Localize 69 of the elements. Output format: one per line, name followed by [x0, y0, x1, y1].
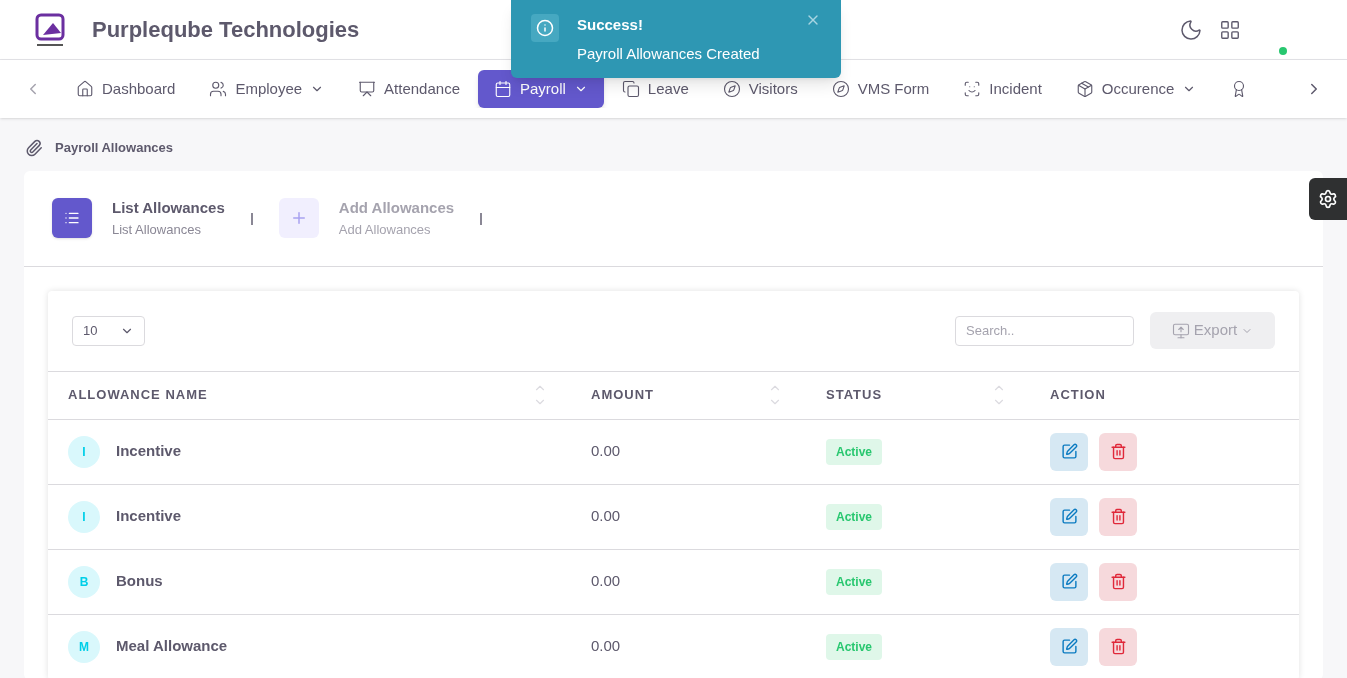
toast-title: Success!: [577, 15, 644, 35]
edit-icon: [1060, 443, 1078, 460]
column-header: STATUS: [826, 386, 883, 405]
box-icon: [1075, 80, 1094, 98]
avatar-initial: I: [68, 500, 100, 533]
trash-icon: [1109, 443, 1127, 460]
nav-item[interactable]: Employee: [193, 70, 341, 108]
info-icon: [531, 14, 559, 42]
search-field[interactable]: Search..: [955, 315, 1134, 346]
status-badge: Active: [826, 503, 883, 530]
edit-icon: [1060, 508, 1078, 525]
table-cell-text: 0.00: [591, 636, 621, 657]
trash-icon: [1109, 638, 1127, 655]
apps-icon[interactable]: [1219, 18, 1241, 41]
delete-button[interactable]: [1099, 562, 1137, 601]
table-cell-text: Incentive: [116, 441, 182, 462]
allowance-tab[interactable]: List Allowances List Allowances: [52, 197, 225, 239]
compass-icon: [722, 80, 741, 98]
table-cell-text: Incentive: [116, 506, 182, 527]
column-header: ACTION: [1050, 386, 1106, 405]
avatar-initial: B: [68, 565, 100, 598]
paperclip-icon: [25, 138, 43, 157]
delete-button[interactable]: [1099, 432, 1137, 471]
nav-item[interactable]: Leave: [605, 70, 705, 108]
home-icon: [76, 80, 94, 98]
scan-icon: [963, 80, 982, 98]
plus-icon: [278, 198, 319, 238]
trash-icon: [1109, 508, 1127, 525]
edit-button[interactable]: [1050, 432, 1088, 471]
nav-item[interactable]: Occurence: [1059, 70, 1213, 108]
nav-item[interactable]: Incident: [947, 70, 1058, 108]
edit-icon: [1060, 573, 1078, 590]
table-cell-text: 0.00: [591, 571, 621, 592]
monitor-icon: [358, 80, 377, 98]
table-cell-text: 0.00: [591, 441, 621, 462]
status-badge: Active: [826, 438, 883, 465]
edit-icon: [1060, 638, 1078, 655]
edit-button[interactable]: [1050, 627, 1088, 666]
table-cell-text: Bonus: [116, 571, 163, 592]
trash-icon: [1109, 573, 1127, 590]
users-icon: [209, 80, 228, 98]
table-cell-text: Meal Allowance: [116, 636, 228, 657]
column-header: ALLOWANCE NAME: [68, 386, 208, 405]
settings-icon: [1318, 189, 1338, 209]
avatar-initial: M: [68, 630, 100, 663]
page-size-select[interactable]: 10: [72, 315, 145, 346]
avatar-initial: I: [68, 435, 100, 468]
edit-button[interactable]: [1050, 562, 1088, 601]
company-name: Purpleqube Technologies: [92, 16, 360, 44]
table-cell-text: 0.00: [591, 506, 621, 527]
breadcrumb: Payroll Allowances: [55, 139, 173, 157]
calendar-icon: [494, 80, 512, 98]
status-badge: Active: [826, 568, 883, 595]
list-icon: [52, 198, 92, 238]
status-badge: Active: [826, 633, 883, 660]
edit-button[interactable]: [1050, 497, 1088, 536]
settings-button[interactable]: [1309, 178, 1347, 220]
nav-item[interactable]: Dashboard: [60, 70, 192, 108]
column-header: AMOUNT: [591, 386, 655, 405]
copy-icon: [621, 80, 640, 98]
theme-toggle-icon[interactable]: [1179, 17, 1203, 42]
nav-item[interactable]: Attendance: [342, 70, 476, 108]
monitor-icon: [1171, 321, 1190, 340]
nav-item[interactable]: Visitors: [706, 70, 814, 108]
toast-message: Payroll Allowances Created: [577, 43, 760, 64]
compass-icon: [831, 80, 850, 98]
nav-item[interactable]: VMS Form: [815, 70, 946, 108]
delete-button[interactable]: [1099, 627, 1137, 666]
delete-button[interactable]: [1099, 497, 1137, 536]
